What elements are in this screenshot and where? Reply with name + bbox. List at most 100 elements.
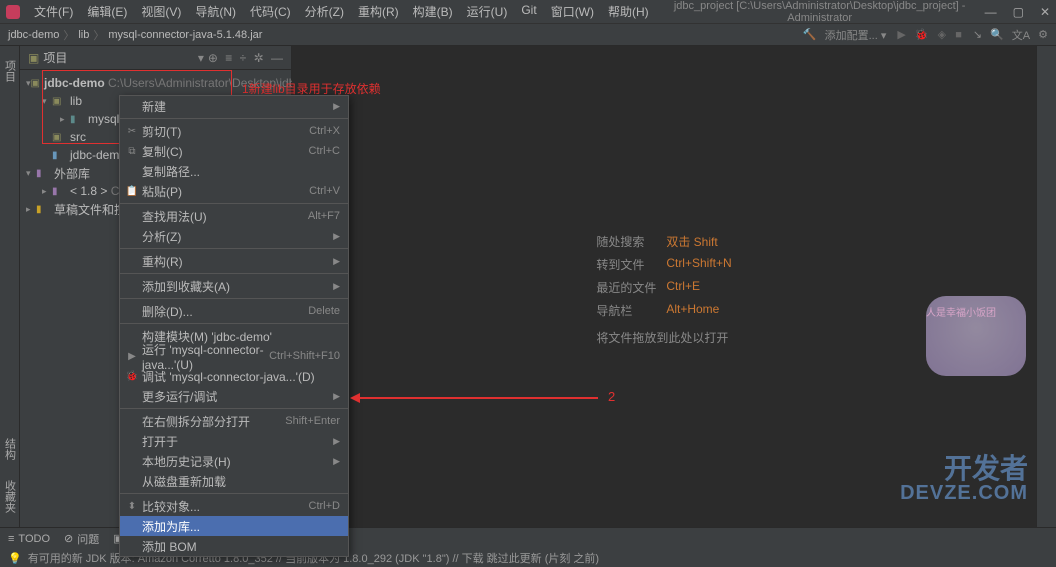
coverage-icon[interactable]: ◈ <box>938 29 946 41</box>
menu-item-icon: ▶ <box>125 351 139 362</box>
submenu-arrow-icon: ▶ <box>333 256 340 267</box>
context-menu-item[interactable]: 添加 BOM <box>120 536 348 556</box>
tab-icon: ≡ <box>8 533 14 545</box>
project-tab[interactable]: 项目 <box>0 54 20 88</box>
welcome-row: 最近的文件Ctrl+E <box>596 279 731 296</box>
context-menu: 新建▶✂剪切(T)Ctrl+X⧉复制(C)Ctrl+C复制路径...📋粘贴(P)… <box>119 95 349 557</box>
context-menu-item[interactable]: 🐞调试 'mysql-connector-java...'(D) <box>120 366 348 386</box>
bottom-tab[interactable]: ⊘问题 <box>64 531 99 547</box>
context-menu-item[interactable]: ⧉复制(C)Ctrl+C <box>120 141 348 161</box>
welcome-shortcut: Ctrl+E <box>666 279 700 296</box>
menu-item-label: 在右侧拆分部分打开 <box>142 413 285 430</box>
context-menu-item[interactable]: 从磁盘重新加载 <box>120 471 348 491</box>
menu-item-label: 剪切(T) <box>142 123 309 140</box>
menu-item-label: 查找用法(U) <box>142 208 308 225</box>
menu-item[interactable]: 运行(U) <box>461 0 514 23</box>
context-menu-item[interactable]: 新建▶ <box>120 96 348 116</box>
menu-item[interactable]: 视图(V) <box>135 0 187 23</box>
menu-item[interactable]: 构建(B) <box>407 0 459 23</box>
menu-item-label: 更多运行/调试 <box>142 388 333 405</box>
menu-item[interactable]: 导航(N) <box>189 0 242 23</box>
app-logo <box>6 5 20 19</box>
menu-item-label: 删除(D)... <box>142 303 308 320</box>
menu-item-label: 分析(Z) <box>142 228 333 245</box>
close-icon[interactable]: ✕ <box>1040 5 1050 19</box>
context-menu-item[interactable]: 查找用法(U)Alt+F7 <box>120 206 348 226</box>
search-icon[interactable]: 🔍 <box>990 28 1004 41</box>
context-menu-item[interactable]: 删除(D)...Delete <box>120 301 348 321</box>
breadcrumb[interactable]: mysql-connector-java-5.1.48.jar <box>108 29 262 41</box>
context-menu-item[interactable]: 本地历史记录(H)▶ <box>120 451 348 471</box>
stop-icon[interactable]: ■ <box>955 29 962 41</box>
menu-item-label: 复制路径... <box>142 163 340 180</box>
context-menu-item[interactable]: ▶运行 'mysql-connector-java...'(U)Ctrl+Shi… <box>120 346 348 366</box>
menu-divider <box>120 273 348 274</box>
welcome-label: 转到文件 <box>596 256 666 273</box>
menu-item-shortcut: Alt+F7 <box>308 210 340 222</box>
context-menu-item[interactable]: ✂剪切(T)Ctrl+X <box>120 121 348 141</box>
welcome-drop-hint: 将文件拖放到此处以打开 <box>596 329 731 346</box>
menu-item-shortcut: Ctrl+D <box>309 500 340 512</box>
run-config-dropdown[interactable]: 添加配置... ▾ <box>825 27 887 43</box>
expand-icon[interactable]: ≡ <box>225 51 232 65</box>
maximize-icon[interactable]: ▢ <box>1013 5 1024 19</box>
minimize-icon[interactable]: — <box>985 5 997 19</box>
structure-tab[interactable]: 结构 <box>0 432 20 466</box>
menu-item[interactable]: 编辑(E) <box>81 0 133 23</box>
lang-icon[interactable]: 文A <box>1012 27 1030 43</box>
context-menu-item[interactable]: ⬍比较对象...Ctrl+D <box>120 496 348 516</box>
menu-divider <box>120 118 348 119</box>
gear-icon[interactable]: ✲ <box>254 51 264 65</box>
menu-item[interactable]: 帮助(H) <box>602 0 655 23</box>
menu-item[interactable]: Git <box>515 0 542 23</box>
menu-item[interactable]: 文件(F) <box>28 0 79 23</box>
collapse-icon[interactable]: ÷ <box>240 51 247 65</box>
context-menu-item[interactable]: 在右侧拆分部分打开Shift+Enter <box>120 411 348 431</box>
menu-item[interactable]: 窗口(W) <box>545 0 600 23</box>
folder-icon: ▣ <box>28 51 39 65</box>
hide-icon[interactable]: — <box>271 51 283 65</box>
submenu-arrow-icon: ▶ <box>333 231 340 242</box>
menu-item-icon: 🐞 <box>125 371 139 382</box>
menu-item-shortcut: Shift+Enter <box>285 415 340 427</box>
context-menu-item[interactable]: 📋粘贴(P)Ctrl+V <box>120 181 348 201</box>
menu-item-shortcut: Delete <box>308 305 340 317</box>
favorites-tab[interactable]: 收藏夹 <box>0 474 20 519</box>
welcome-row: 导航栏Alt+Home <box>596 302 731 319</box>
menu-item[interactable]: 重构(R) <box>352 0 405 23</box>
tab-label: TODO <box>18 533 50 545</box>
submenu-arrow-icon: ▶ <box>333 436 340 447</box>
run-icon[interactable]: ▶ <box>897 29 905 41</box>
menu-item-shortcut: Ctrl+X <box>309 125 340 137</box>
menu-item-label: 本地历史记录(H) <box>142 453 333 470</box>
select-opened-icon[interactable]: ⊕ <box>208 51 218 65</box>
context-menu-item[interactable]: 分析(Z)▶ <box>120 226 348 246</box>
breadcrumb[interactable]: lib <box>78 29 89 41</box>
menu-divider <box>120 408 348 409</box>
bottom-tab[interactable]: ≡ TODO <box>8 533 50 545</box>
menu-item-label: 添加为库... <box>142 518 340 535</box>
menu-item-icon: ✂ <box>125 126 139 137</box>
context-menu-item[interactable]: 复制路径... <box>120 161 348 181</box>
breadcrumb[interactable]: jdbc-demo <box>8 29 59 41</box>
context-menu-item[interactable]: 添加到收藏夹(A)▶ <box>120 276 348 296</box>
breadcrumb-bar: jdbc-demo 〉 lib 〉 mysql-connector-java-5… <box>0 24 1056 46</box>
settings-icon[interactable]: ⚙ <box>1038 28 1048 41</box>
menu-item-label: 添加到收藏夹(A) <box>142 278 333 295</box>
bulb-icon: 💡 <box>8 552 22 565</box>
context-menu-item[interactable]: 重构(R)▶ <box>120 251 348 271</box>
window-controls: — ▢ ✕ <box>985 5 1050 19</box>
context-menu-item[interactable]: 添加为库... <box>120 516 348 536</box>
build-icon[interactable]: 🔨 <box>803 28 817 41</box>
context-menu-item[interactable]: 打开于▶ <box>120 431 348 451</box>
menu-item-label: 比较对象... <box>142 498 309 515</box>
submenu-arrow-icon: ▶ <box>333 281 340 292</box>
git-update-icon[interactable]: ↘ <box>973 28 982 41</box>
menu-divider <box>120 248 348 249</box>
menu-divider <box>120 493 348 494</box>
menu-item[interactable]: 分析(Z) <box>299 0 350 23</box>
menu-item[interactable]: 代码(C) <box>244 0 297 23</box>
menu-item-label: 调试 'mysql-connector-java...'(D) <box>142 368 340 385</box>
debug-icon[interactable]: 🐞 <box>915 29 929 41</box>
context-menu-item[interactable]: 更多运行/调试▶ <box>120 386 348 406</box>
